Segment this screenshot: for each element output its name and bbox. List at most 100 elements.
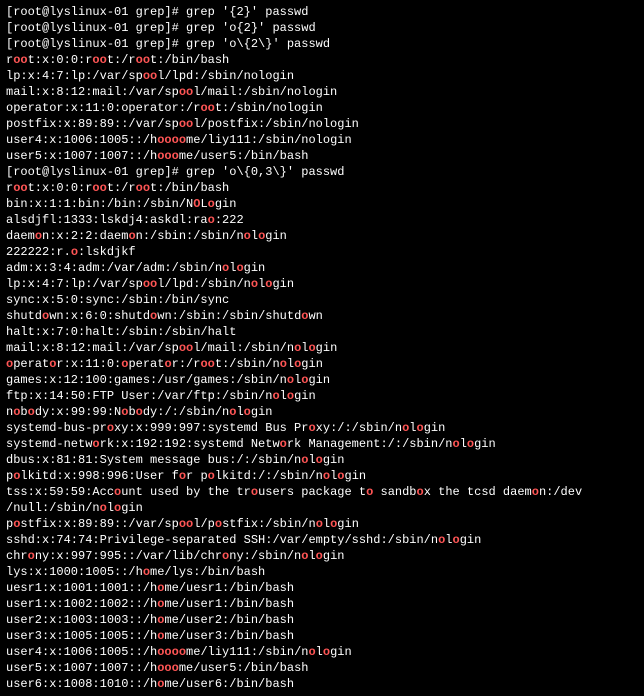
highlight-match: oo: [13, 181, 27, 195]
highlight-match: o: [453, 437, 460, 451]
highlight-match: o: [164, 357, 171, 371]
output-line: mail:x:8:12:mail:/var/spool/mail:/sbin/n…: [6, 340, 638, 356]
highlight-match: o: [417, 485, 424, 499]
highlight-match: o: [136, 405, 143, 419]
output-line: halt:x:7:0:halt:/sbin:/sbin/halt: [6, 324, 638, 340]
output-line: lp:x:4:7:lp:/var/spool/lpd:/sbin/nologin: [6, 276, 638, 292]
output-line: root:x:0:0:root:/root:/bin/bash: [6, 180, 638, 196]
highlight-match: ooo: [157, 661, 179, 675]
highlight-match: o: [208, 469, 215, 483]
highlight-match: o: [244, 405, 251, 419]
highlight-match: o: [323, 645, 330, 659]
output-line: uesr1:x:1001:1001::/home/uesr1:/bin/bash: [6, 580, 638, 596]
output-line: daemon:x:2:2:daemon:/sbin:/sbin/nologin: [6, 228, 638, 244]
output-line: postfix:x:89:89::/var/spool/postfix:/sbi…: [6, 116, 638, 132]
shell-prompt[interactable]: [root@lyslinux-01 grep]# grep 'o\{0,3\}'…: [6, 164, 638, 180]
highlight-match: o: [337, 469, 344, 483]
highlight-match: oo: [179, 517, 193, 531]
output-line: adm:x:3:4:adm:/var/adm:/sbin/nologin: [6, 260, 638, 276]
output-line: user4:x:1006:1005::/hoooome/liy111:/sbin…: [6, 644, 638, 660]
output-line: alsdjfl:1333:lskdj4:askdl:rao:222: [6, 212, 638, 228]
highlight-match: o: [316, 517, 323, 531]
highlight-match: o: [35, 229, 42, 243]
highlight-match: o: [316, 549, 323, 563]
highlight-match: o: [215, 517, 222, 531]
output-line: sync:x:5:0:sync:/sbin:/bin/sync: [6, 292, 638, 308]
output-line: lys:x:1000:1005::/home/lys:/bin/bash: [6, 564, 638, 580]
output-line: 222222:r.o:lskdjkf: [6, 244, 638, 260]
highlight-match: o: [179, 645, 186, 659]
highlight-match: o: [323, 469, 330, 483]
terminal-output[interactable]: [root@lyslinux-01 grep]# grep '{2}' pass…: [0, 0, 644, 696]
highlight-match: o: [71, 245, 78, 259]
highlight-match: o: [417, 421, 424, 435]
highlight-match: o: [251, 277, 258, 291]
output-line: chrony:x:997:995::/var/lib/chrony:/sbin/…: [6, 548, 638, 564]
output-line: user3:x:1005:1005::/home/user3:/bin/bash: [6, 628, 638, 644]
highlight-match: o: [100, 501, 107, 515]
output-line: user5:x:1007:1007::/hooome/user5:/bin/ba…: [6, 660, 638, 676]
highlight-match: ooo: [157, 149, 179, 163]
highlight-match: oo: [200, 357, 214, 371]
output-line: user4:x:1006:1005::/hoooome/liy111:/sbin…: [6, 132, 638, 148]
highlight-match: oo: [143, 69, 157, 83]
output-line: systemd-network:x:192:192:systemd Networ…: [6, 436, 638, 452]
output-line: tss:x:59:59:Account used by the trousers…: [6, 484, 638, 500]
output-line: games:x:12:100:games:/usr/games:/sbin/no…: [6, 372, 638, 388]
highlight-match: o: [308, 341, 315, 355]
output-line: user6:x:1008:1010::/home/user6:/bin/bash: [6, 676, 638, 692]
highlight-match: o: [244, 229, 251, 243]
highlight-match: oo: [179, 117, 193, 131]
output-line: sshd:x:74:74:Privilege-separated SSH:/va…: [6, 532, 638, 548]
highlight-match: oo: [92, 53, 106, 67]
highlight-match: o: [107, 421, 114, 435]
output-line: nobody:x:99:99:Nobody:/:/sbin/nologin: [6, 404, 638, 420]
output-line: operator:x:11:0:operator:/root:/sbin/nol…: [6, 356, 638, 372]
highlight-match: o: [179, 469, 186, 483]
highlight-match: o: [452, 533, 459, 547]
highlight-match: oooo: [157, 133, 186, 147]
highlight-match: o: [236, 261, 243, 275]
highlight-match: o: [308, 421, 315, 435]
highlight-match: o: [316, 453, 323, 467]
shell-prompt[interactable]: [root@lyslinux-01 grep]# grep '{2}' pass…: [6, 4, 638, 20]
output-line: operator:x:11:0:operator:/root:/sbin/nol…: [6, 100, 638, 116]
output-line: user5:x:1007:1007::/hooome/user5:/bin/ba…: [6, 148, 638, 164]
highlight-match: o: [143, 565, 150, 579]
highlight-match: oo: [136, 53, 150, 67]
output-line: user2:x:1003:1003::/home/user2:/bin/bash: [6, 612, 638, 628]
highlight-match: ooo: [157, 645, 179, 659]
highlight-match: oo: [179, 85, 193, 99]
highlight-match: oo: [136, 181, 150, 195]
highlight-match: o: [251, 485, 258, 499]
output-line: lp:x:4:7:lp:/var/spool/lpd:/sbin/nologin: [6, 68, 638, 84]
output-line: mail:x:8:12:mail:/var/spool/mail:/sbin/n…: [6, 84, 638, 100]
highlight-match: o: [308, 645, 315, 659]
highlight-match: o: [287, 373, 294, 387]
shell-prompt[interactable]: [root@lyslinux-01 grep]# grep 'o\{2\}' p…: [6, 36, 638, 52]
output-line: dbus:x:81:81:System message bus:/:/sbin/…: [6, 452, 638, 468]
highlight-match: oo: [200, 101, 214, 115]
highlight-match: o: [272, 389, 279, 403]
highlight-match: o: [208, 197, 215, 211]
highlight-match: oo: [143, 277, 157, 291]
highlight-match: o: [280, 437, 287, 451]
highlight-match: oo: [92, 181, 106, 195]
output-line: systemd-bus-proxy:x:999:997:systemd Bus …: [6, 420, 638, 436]
highlight-match: oo: [13, 53, 27, 67]
highlight-match: o: [287, 389, 294, 403]
highlight-match: o: [128, 229, 135, 243]
output-line: postfix:x:89:89::/var/spool/postfix:/sbi…: [6, 516, 638, 532]
output-line: /null:/sbin/nologin: [6, 500, 638, 516]
highlight-match: o: [280, 357, 287, 371]
output-line: polkitd:x:998:996:User for polkitd:/:/sb…: [6, 468, 638, 484]
highlight-match: o: [208, 213, 215, 227]
shell-prompt[interactable]: [root@lyslinux-01 grep]# grep 'o{2}' pas…: [6, 20, 638, 36]
highlight-match: o: [92, 437, 99, 451]
highlight-match: o: [532, 485, 539, 499]
output-line: ftp:x:14:50:FTP User:/var/ftp:/sbin/nolo…: [6, 388, 638, 404]
output-line: user1:x:1002:1002::/home/user1:/bin/bash: [6, 596, 638, 612]
highlight-match: o: [28, 549, 35, 563]
output-line: shutdown:x:6:0:shutdown:/sbin:/sbin/shut…: [6, 308, 638, 324]
highlight-match: oo: [179, 341, 193, 355]
